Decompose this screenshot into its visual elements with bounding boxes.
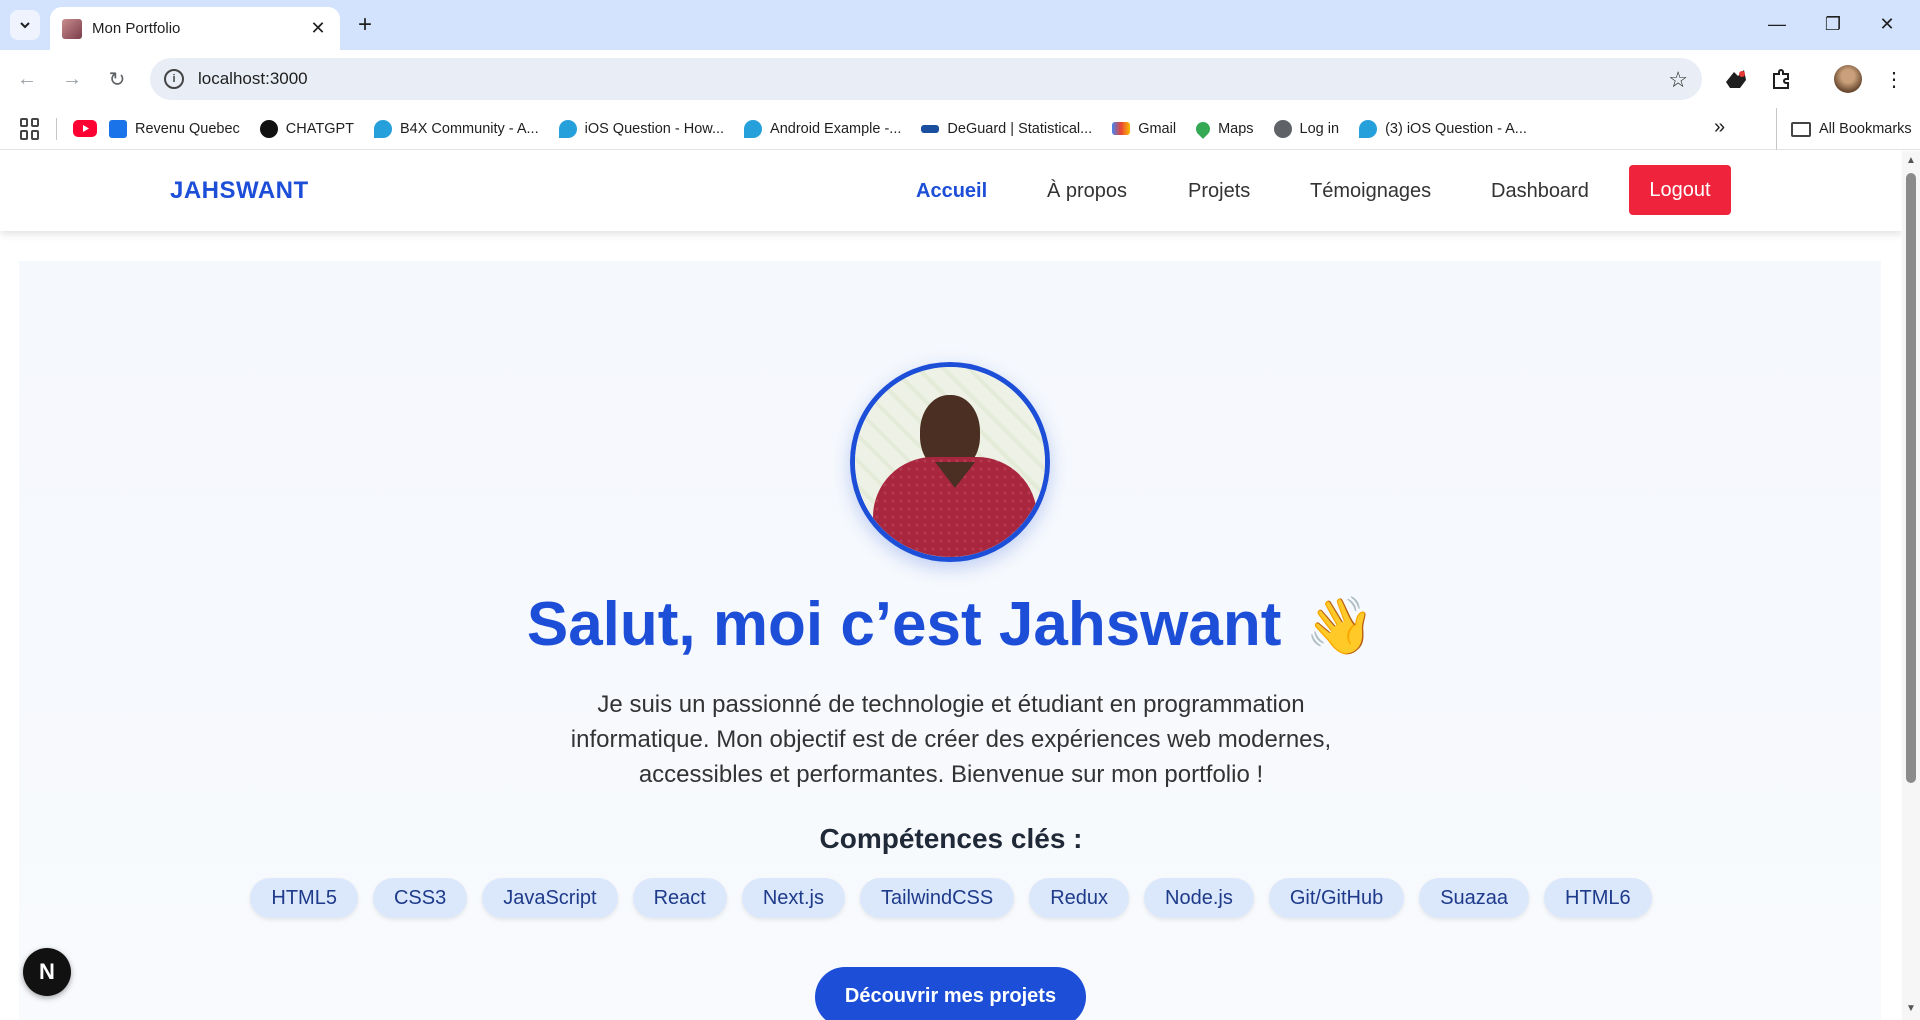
bookmark-ios-question-3[interactable]: (3) iOS Question - A...: [1359, 119, 1527, 138]
logout-button[interactable]: Logout: [1629, 165, 1731, 215]
skill-chip: Git/GitHub: [1268, 878, 1405, 918]
bookmark-favicon: [109, 119, 127, 138]
nav-temoignages[interactable]: Témoignages: [1310, 180, 1431, 203]
site-brand[interactable]: JAHSWANT: [170, 177, 309, 205]
page-scrollbar[interactable]: ▲ ▼: [1902, 151, 1920, 1020]
bookmarks-bar: Revenu Quebec CHATGPT B4X Community - A.…: [0, 108, 1920, 150]
skill-chip: CSS3: [372, 878, 468, 918]
new-tab-icon[interactable]: +: [350, 10, 380, 40]
b4x-icon: [558, 119, 577, 138]
maps-icon: [1193, 118, 1213, 139]
scroll-up-icon[interactable]: ▲: [1906, 155, 1916, 166]
forward-icon[interactable]: →: [57, 64, 87, 94]
bookmark-b4x-community[interactable]: B4X Community - A...: [374, 119, 539, 138]
skill-chip: Next.js: [741, 878, 845, 918]
tab-search-icon[interactable]: [10, 10, 40, 40]
site-navbar: JAHSWANT Accueil À propos Projets Témoig…: [0, 151, 1902, 231]
star-icon[interactable]: ☆: [1668, 67, 1688, 93]
skill-chip: TailwindCSS: [859, 878, 1015, 918]
nav-accueil[interactable]: Accueil: [916, 180, 987, 203]
skills-list: HTML5 CSS3 JavaScript React Next.js Tail…: [0, 878, 1902, 918]
chatgpt-icon: [259, 119, 278, 138]
address-bar[interactable]: i localhost:3000 ☆: [150, 58, 1702, 100]
deguard-icon: [921, 124, 940, 133]
b4x-icon: [374, 119, 392, 138]
bookmark-label: (3) iOS Question - A...: [1385, 120, 1527, 137]
info-icon[interactable]: i: [164, 69, 184, 89]
bookmark-label: Log in: [1299, 120, 1340, 137]
nextjs-devtools-button[interactable]: N: [23, 948, 71, 996]
all-bookmarks[interactable]: All Bookmarks: [1776, 108, 1912, 150]
bookmark-maps[interactable]: Maps: [1193, 118, 1254, 139]
bookmark-revenu-quebec[interactable]: Revenu Quebec: [109, 119, 240, 138]
extension-icon[interactable]: [1722, 65, 1750, 93]
bookmark-label: Maps: [1218, 120, 1254, 137]
b4x-icon: [744, 119, 763, 138]
chevron-double-right-icon[interactable]: »: [1714, 116, 1725, 139]
window-close-icon[interactable]: ✕: [1864, 8, 1910, 40]
bookmarks-separator: [56, 117, 57, 140]
scroll-down-icon[interactable]: ▼: [1906, 1003, 1916, 1014]
bookmark-label: Gmail: [1138, 120, 1177, 137]
nav-projets[interactable]: Projets: [1188, 180, 1250, 203]
bookmark-ios-question[interactable]: iOS Question - How...: [558, 119, 725, 138]
reload-icon[interactable]: ↻: [102, 64, 132, 94]
page-viewport: JAHSWANT Accueil À propos Projets Témoig…: [0, 151, 1902, 1020]
skill-chip: React: [632, 878, 727, 918]
hero-description: Je suis un passionné de technologie et é…: [570, 691, 1332, 788]
menu-icon[interactable]: ⋮: [1880, 65, 1908, 93]
browser-tab[interactable]: Mon Portfolio ✕: [50, 7, 340, 50]
bookmark-chatgpt[interactable]: CHATGPT: [259, 119, 354, 138]
scroll-thumb[interactable]: [1906, 173, 1916, 783]
tab-favicon: [62, 18, 82, 39]
tab-title: Mon Portfolio: [92, 20, 181, 37]
minimize-icon[interactable]: —: [1754, 8, 1800, 40]
bookmark-label: DeGuard | Statistical...: [947, 120, 1093, 137]
waving-hand-icon: 👋: [1305, 594, 1376, 657]
url-text[interactable]: localhost:3000: [198, 69, 308, 89]
skill-chip: HTML5: [250, 878, 358, 918]
nav-dashboard[interactable]: Dashboard: [1491, 180, 1589, 203]
gmail-icon: [1112, 122, 1131, 135]
youtube-icon[interactable]: [73, 120, 97, 137]
browser-toolbar: ← → ↻ i localhost:3000 ☆ ⋮: [0, 50, 1920, 108]
bookmark-android-example[interactable]: Android Example -...: [744, 119, 902, 138]
tab-strip: Mon Portfolio ✕ + — ❐ ✕: [0, 0, 1920, 50]
bookmark-label: Android Example -...: [770, 120, 902, 137]
all-bookmarks-label: All Bookmarks: [1819, 121, 1912, 137]
globe-icon: [1273, 119, 1292, 138]
hero-title-text: Salut, moi c’est Jahswant: [526, 590, 1282, 659]
skills-title: Compétences clés :: [819, 823, 1083, 854]
skill-chip: JavaScript: [482, 878, 618, 918]
skill-chip: Suazaa: [1419, 878, 1530, 918]
nav-a-propos[interactable]: À propos: [1047, 180, 1127, 203]
bookmark-label: Revenu Quebec: [135, 120, 240, 137]
hero-title: Salut, moi c’est Jahswant 👋: [0, 589, 1902, 660]
discover-projects-button[interactable]: Découvrir mes projets: [815, 967, 1086, 1020]
bookmark-label: iOS Question - How...: [584, 120, 725, 137]
close-icon[interactable]: ✕: [308, 18, 328, 39]
skill-chip: HTML6: [1544, 878, 1652, 918]
puzzle-icon[interactable]: [1767, 65, 1795, 93]
profile-photo: [850, 362, 1050, 562]
bookmark-log-in[interactable]: Log in: [1273, 119, 1340, 138]
folder-icon: [1791, 121, 1811, 137]
apps-icon[interactable]: [20, 117, 42, 140]
bookmark-deguard[interactable]: DeGuard | Statistical...: [921, 121, 1092, 137]
bookmark-label: CHATGPT: [285, 120, 354, 137]
restore-icon[interactable]: ❐: [1810, 8, 1856, 40]
profile-avatar[interactable]: [1834, 65, 1862, 93]
skill-chip: Node.js: [1144, 878, 1254, 918]
back-icon[interactable]: ←: [12, 64, 42, 94]
bookmark-label: B4X Community - A...: [400, 120, 539, 137]
b4x-icon: [1359, 119, 1378, 138]
bookmark-gmail[interactable]: Gmail: [1112, 121, 1176, 137]
skill-chip: Redux: [1029, 878, 1130, 918]
